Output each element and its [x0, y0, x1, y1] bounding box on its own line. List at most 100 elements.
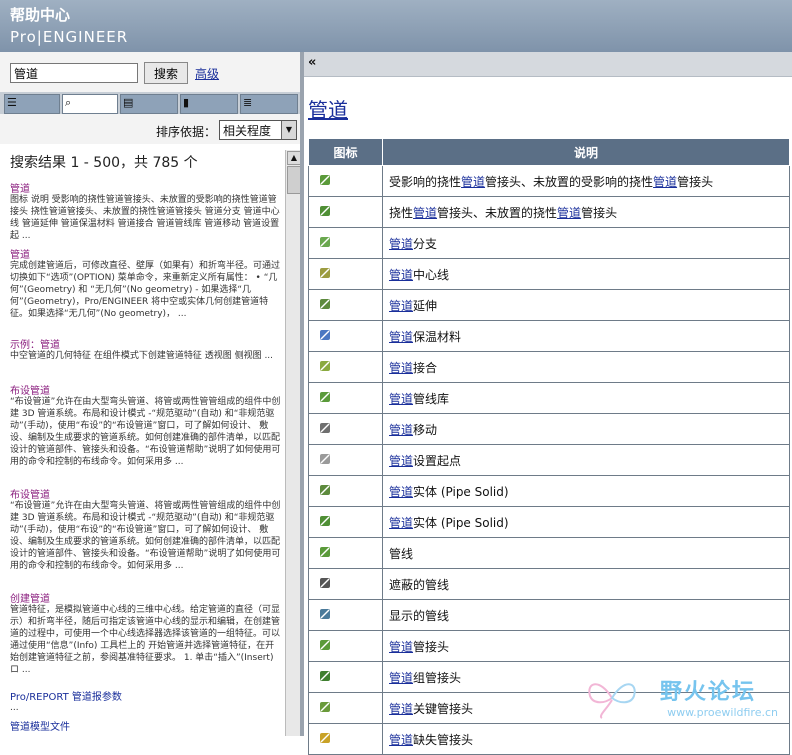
icon-cell	[308, 196, 383, 228]
table-row: 管道实体 (Pipe Solid)	[308, 475, 790, 507]
row-keyword-link[interactable]: 管道	[557, 206, 581, 220]
row-keyword-link[interactable]: 管道	[389, 671, 413, 685]
search-button[interactable]: 搜索	[144, 62, 188, 84]
tab-contents[interactable]: ☰	[4, 94, 60, 114]
pipe-solid-alt-icon	[317, 513, 333, 529]
table-row: 管道缺失管接头	[308, 723, 790, 755]
chevron-down-icon[interactable]: ▼	[281, 121, 296, 139]
row-keyword-link[interactable]: 管道	[389, 392, 413, 406]
result-title[interactable]: 管道	[10, 246, 30, 261]
sort-select[interactable]: 相关程度 ▼	[219, 120, 297, 140]
table-row: 显示的管线	[308, 599, 790, 631]
butterfly-logo-icon	[588, 683, 636, 719]
row-keyword-link[interactable]: 管道	[389, 485, 413, 499]
pipe-missing-fitting-icon	[317, 730, 333, 746]
icon-table: 图标 说明 受影响的挠性管道管接头、未放置的受影响的挠性管道管接头 挠性管道管接头…	[308, 138, 790, 755]
row-text: 中心线	[413, 267, 450, 282]
row-text: 移动	[413, 422, 438, 437]
result-snippet: 管道特征，是模拟管道中心线的三维中心线。给定管道的直径（可显示）和折弯半径，随后…	[10, 605, 281, 675]
search-bar: 搜索 高级	[0, 52, 300, 92]
description-cell: 管道移动	[382, 413, 790, 445]
tab-favorites[interactable]: ≣	[240, 94, 298, 114]
row-text: 设置起点	[413, 453, 462, 468]
pipe-move-icon	[317, 420, 333, 436]
icon-cell	[308, 506, 383, 538]
row-keyword-link[interactable]: 管道	[389, 733, 413, 747]
row-keyword-link[interactable]: 管道	[389, 299, 413, 313]
description-cell: 挠性管道管接头、未放置的挠性管道管接头	[382, 196, 790, 228]
pipe-fitting-icon	[317, 637, 333, 653]
description-cell: 管道保温材料	[382, 320, 790, 352]
row-keyword-link[interactable]: 管道	[653, 175, 677, 189]
row-keyword-link[interactable]: 管道	[389, 702, 413, 716]
row-text: 管接头、未放置的挠性	[437, 205, 558, 220]
pipe-insulation-icon	[317, 327, 333, 343]
page-title[interactable]: 管道	[308, 94, 348, 123]
row-keyword-link[interactable]: 管道	[389, 516, 413, 530]
pipe-group-fitting-icon	[317, 668, 333, 684]
row-keyword-link[interactable]: 管道	[413, 206, 437, 220]
result-title[interactable]: 布设管道	[10, 382, 50, 397]
column-header-description: 说明	[382, 138, 790, 166]
result-title[interactable]: 创建管道	[10, 590, 50, 605]
collapse-pane-icon[interactable]: «	[308, 55, 316, 70]
result-snippet: “布设管道”允许在由大型弯头管道、将管或两性管管组成的组件中创建 3D 管道系统…	[10, 397, 281, 467]
table-row: 管道接合	[308, 351, 790, 383]
row-text: 延伸	[413, 298, 438, 313]
table-row: 遮蔽的管线	[308, 568, 790, 600]
row-text: 遮蔽的管线	[389, 577, 450, 592]
table-row: 管道移动	[308, 413, 790, 445]
row-keyword-link[interactable]: 管道	[461, 175, 485, 189]
description-cell: 管道设置起点	[382, 444, 790, 476]
content-pane: « 管道 图标 说明 受影响的挠性管道管接头、未放置的受影响的挠性管道管接头 挠性…	[304, 52, 792, 755]
row-keyword-link[interactable]: 管道	[389, 268, 413, 282]
table-row: 挠性管道管接头、未放置的挠性管道管接头	[308, 196, 790, 228]
description-cell: 管线	[382, 537, 790, 569]
table-row: 管线	[308, 537, 790, 569]
result-title[interactable]: 示例：管道	[10, 336, 60, 351]
content-toolbar: «	[304, 52, 792, 77]
row-keyword-link[interactable]: 管道	[389, 361, 413, 375]
pipeline-icon	[317, 544, 333, 560]
icon-cell	[308, 165, 383, 197]
result-title[interactable]: 布设管道	[10, 486, 50, 501]
description-cell: 受影响的挠性管道管接头、未放置的受影响的挠性管道管接头	[382, 165, 790, 197]
row-text: 接合	[413, 360, 438, 375]
scroll-up-icon[interactable]: ▲	[287, 151, 301, 165]
checklist-icon: ≣	[243, 96, 253, 109]
pipe-centerline-icon	[317, 265, 333, 281]
result-ellipsis: ...	[10, 703, 19, 713]
description-cell: 显示的管线	[382, 599, 790, 631]
scroll-thumb[interactable]	[287, 166, 301, 194]
icon-cell	[308, 444, 383, 476]
pipe-joint-icon	[317, 358, 333, 374]
row-keyword-link[interactable]: 管道	[389, 454, 413, 468]
row-text: 分支	[413, 236, 438, 251]
row-text: 受影响的挠性	[389, 174, 462, 189]
table-row: 管道保温材料	[308, 320, 790, 352]
advanced-search-link[interactable]: 高级	[195, 65, 219, 82]
icon-cell	[308, 258, 383, 290]
row-keyword-link[interactable]: 管道	[389, 330, 413, 344]
row-keyword-link[interactable]: 管道	[389, 237, 413, 251]
results-scrollbar[interactable]: ▲	[285, 150, 301, 736]
result-title[interactable]: Pro/REPORT 管道报参数	[10, 688, 122, 703]
icon-cell	[308, 661, 383, 693]
pipe-key-fitting-icon	[317, 699, 333, 715]
table-row: 管道管线库	[308, 382, 790, 414]
row-text: 挠性	[389, 205, 414, 220]
result-title[interactable]: 管道	[10, 180, 30, 195]
tab-search[interactable]: ⌕	[62, 94, 118, 114]
row-text: 管线	[389, 546, 414, 561]
tab-bookmarks[interactable]: ▮	[180, 94, 238, 114]
search-input[interactable]	[10, 63, 138, 83]
tab-index[interactable]: ▤	[120, 94, 178, 114]
icon-cell	[308, 599, 383, 631]
icon-table-body: 受影响的挠性管道管接头、未放置的受影响的挠性管道管接头 挠性管道管接头、未放置的挠…	[308, 165, 790, 755]
row-keyword-link[interactable]: 管道	[389, 423, 413, 437]
icon-cell	[308, 382, 383, 414]
result-snippet: “布设管道”允许在由大型弯头管道、将管或两性管管组成的组件中创建 3D 管道系统…	[10, 501, 281, 571]
result-title[interactable]: 管道模型文件	[10, 718, 70, 733]
result-snippet: 完成创建管道后，可修改直径、壁厚（如果有）和折弯半径。可通过切换如下“选项”(O…	[10, 261, 281, 319]
row-keyword-link[interactable]: 管道	[389, 640, 413, 654]
